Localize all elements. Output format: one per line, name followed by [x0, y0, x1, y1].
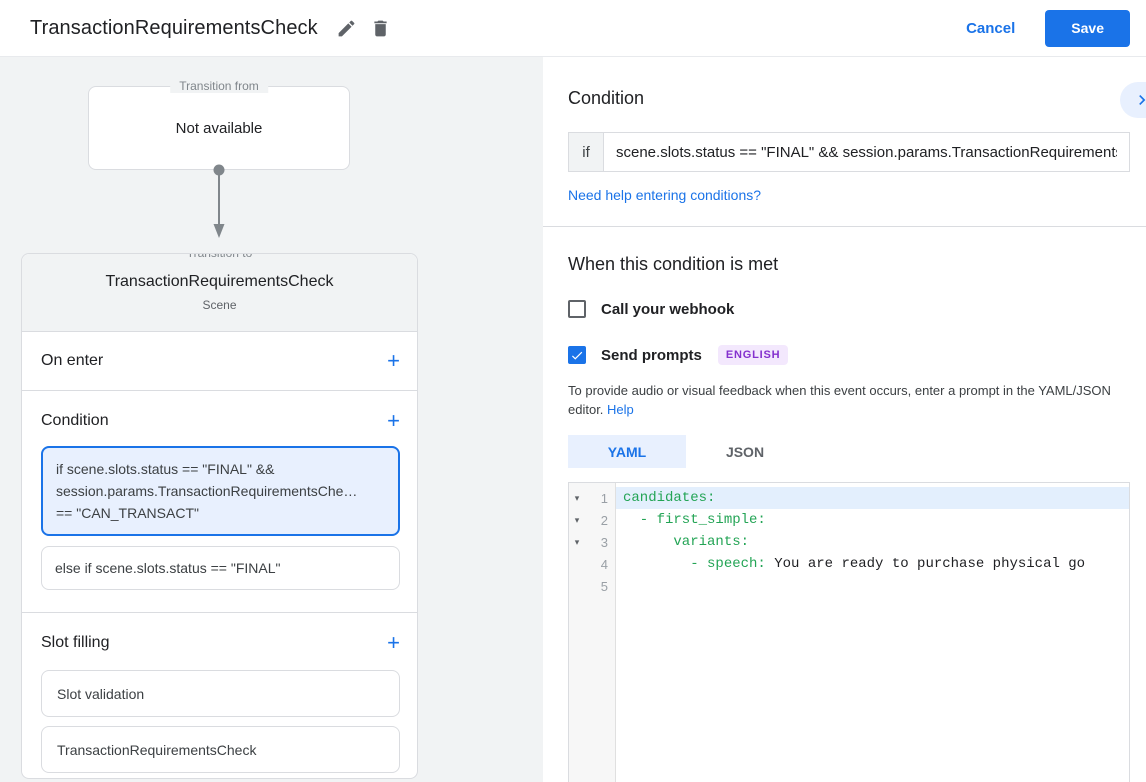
yaml-key: candidates: [623, 490, 716, 506]
slot-filling-section: Slot filling + Slot validation Transacti… [22, 613, 417, 773]
divider [543, 226, 1146, 227]
condition-line: session.params.TransactionRequirementsCh… [56, 483, 358, 499]
line-number: 1 [600, 490, 608, 506]
checkmark-icon [571, 351, 583, 360]
condition-help-link[interactable]: Need help entering conditions? [568, 187, 761, 203]
add-on-enter-button[interactable]: + [387, 350, 400, 372]
condition-input-row: if [568, 132, 1130, 172]
slot-filling-header: Slot filling + [41, 625, 400, 661]
on-enter-label: On enter [41, 352, 104, 369]
code-line: - speech: You are ready to purchase phys… [616, 553, 1129, 575]
if-prefix: if [568, 132, 604, 172]
yaml-key: - first_simple: [623, 512, 766, 528]
editor-code-area[interactable]: candidates: - first_simple: variants: - … [616, 483, 1129, 782]
transition-from-box: Transition from Not available [88, 79, 350, 170]
code-line: - first_simple: [616, 509, 1129, 531]
condition-line: if scene.slots.status == "FINAL" && [56, 461, 275, 477]
cancel-button[interactable]: Cancel [966, 20, 1015, 37]
add-slot-button[interactable]: + [387, 632, 400, 654]
yaml-code-editor: ▾ 1 ▾ 2 ▾ 3 4 5 candidates: - first_simp… [568, 482, 1130, 782]
line-number: 2 [600, 512, 608, 528]
gutter-row: ▾ 2 [569, 509, 615, 531]
helper-text: To provide audio or visual feedback when… [568, 383, 1111, 417]
line-number: 3 [600, 534, 608, 550]
code-line: variants: [616, 531, 1129, 553]
help-link[interactable]: Help [607, 402, 634, 417]
save-button[interactable]: Save [1045, 9, 1130, 47]
gutter-row: 5 [569, 575, 615, 597]
collapse-panel-button[interactable] [1120, 82, 1146, 118]
transition-to-label: Transition to [177, 254, 262, 260]
condition-section: Condition + if scene.slots.status == "FI… [22, 391, 417, 613]
fold-arrow-icon[interactable]: ▾ [569, 537, 585, 548]
slot-card-text: Slot validation [57, 685, 145, 702]
scene-card-header: TransactionRequirementsCheck Scene [22, 254, 417, 332]
fold-arrow-icon[interactable]: ▾ [569, 493, 585, 504]
fold-arrow-icon[interactable]: ▾ [569, 515, 585, 526]
send-prompts-checkbox[interactable] [568, 346, 586, 364]
page-title: TransactionRequirementsCheck [30, 16, 318, 39]
condition-label: Condition [41, 412, 109, 429]
main-content: Transition from Not available Transition… [0, 57, 1146, 782]
add-condition-button[interactable]: + [387, 410, 400, 432]
editor-gutter: ▾ 1 ▾ 2 ▾ 3 4 5 [569, 483, 616, 782]
scene-graph-canvas: Transition from Not available Transition… [0, 57, 543, 782]
condition-section-header: Condition + [41, 403, 400, 439]
condition-expression-input[interactable] [603, 132, 1130, 172]
gutter-row: ▾ 1 [569, 487, 615, 509]
send-prompts-label[interactable]: Send prompts [601, 347, 702, 364]
editor-tabs: YAML JSON [568, 435, 1130, 468]
panel-heading-when-met: When this condition is met [568, 254, 779, 274]
top-bar: TransactionRequirementsCheck Cancel Save [0, 0, 1146, 57]
pencil-icon [338, 20, 355, 36]
delete-scene-button[interactable] [364, 11, 398, 45]
line-number: 4 [600, 556, 608, 572]
tab-yaml[interactable]: YAML [568, 435, 686, 468]
webhook-row: Call your webhook [568, 300, 1130, 318]
webhook-checkbox[interactable] [568, 300, 586, 318]
condition-card-selected[interactable]: if scene.slots.status == "FINAL" && sess… [41, 446, 400, 536]
panel-heading-condition: Condition [568, 88, 645, 108]
slot-card-transaction[interactable]: TransactionRequirementsCheck [41, 726, 400, 773]
code-line: candidates: [616, 487, 1129, 509]
language-badge: ENGLISH [717, 345, 789, 365]
slot-filling-label: Slot filling [41, 634, 110, 651]
gutter-row: 4 [569, 553, 615, 575]
yaml-value: You are ready to purchase physical go [765, 556, 1086, 572]
transition-from-label: Transition from [170, 79, 268, 93]
edit-scene-button[interactable] [330, 11, 364, 45]
line-number: 5 [600, 578, 608, 594]
scene-type: Scene [202, 298, 237, 312]
condition-card-else[interactable]: else if scene.slots.status == "FINAL" [41, 546, 400, 590]
yaml-key: variants: [623, 534, 750, 550]
slot-card-text: TransactionRequirementsCheck [57, 741, 257, 758]
trash-icon [374, 20, 387, 36]
on-enter-section: On enter + [22, 332, 417, 391]
chevron-right-icon [1139, 95, 1146, 105]
condition-line: == "CAN_TRANSACT" [56, 505, 199, 521]
condition-else-text: else if scene.slots.status == "FINAL" [55, 560, 281, 576]
transition-from-value: Not available [175, 119, 263, 137]
yaml-key: - speech: [623, 556, 766, 572]
gutter-row: ▾ 3 [569, 531, 615, 553]
slot-card-validation[interactable]: Slot validation [41, 670, 400, 717]
webhook-label[interactable]: Call your webhook [601, 301, 734, 318]
prompts-helper-text: To provide audio or visual feedback when… [568, 381, 1113, 419]
condition-editor-panel: Condition if Need help entering conditio… [543, 57, 1146, 782]
transition-to-card: Transition to TransactionRequirementsChe… [21, 253, 418, 779]
send-prompts-row: Send prompts ENGLISH [568, 345, 1130, 365]
tab-json[interactable]: JSON [686, 435, 804, 468]
scene-name: TransactionRequirementsCheck [105, 273, 334, 290]
transition-connector-arrow [213, 164, 225, 238]
